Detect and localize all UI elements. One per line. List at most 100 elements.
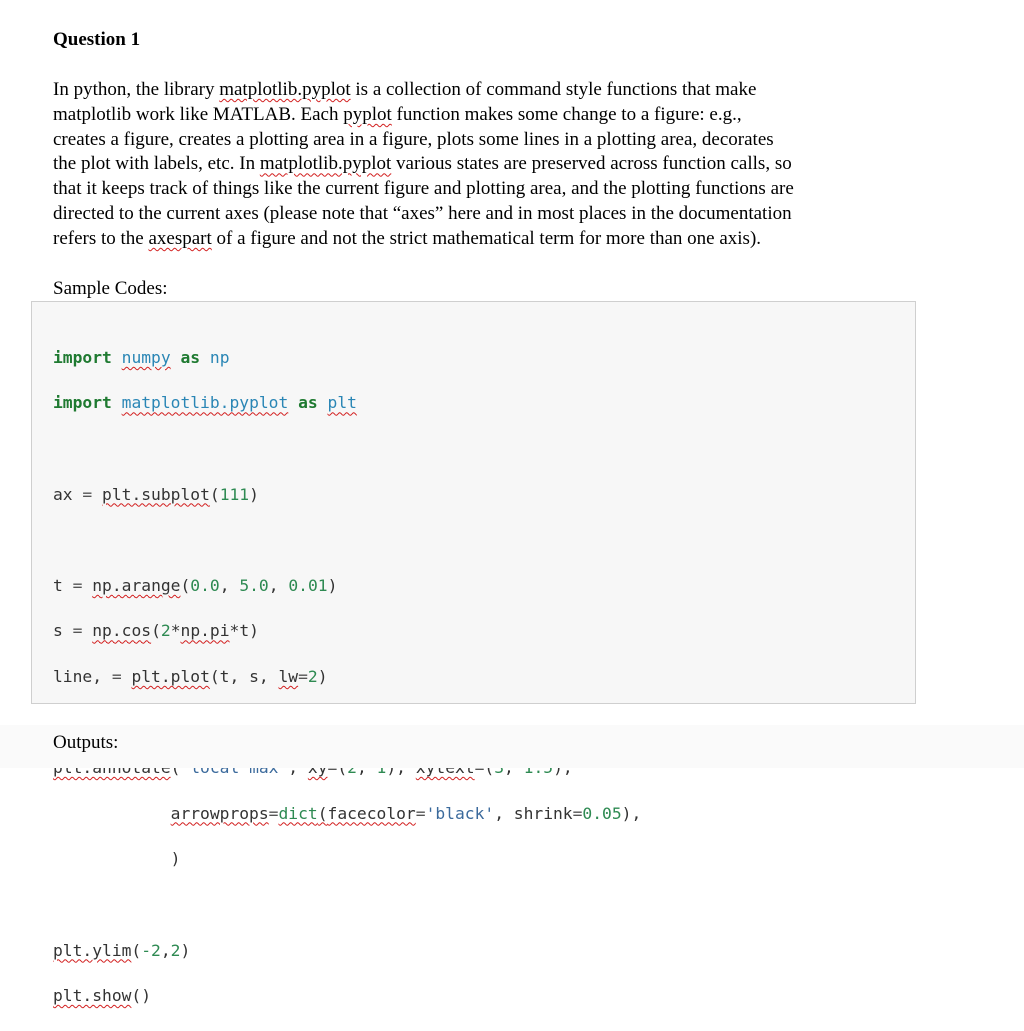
module-name: matplotlib.pyplot [121, 393, 289, 413]
paren: ) [170, 849, 181, 869]
paragraph-line: that it keeps track of things like the c… [53, 178, 794, 200]
variable: ax [53, 484, 73, 504]
function-call: plt.subplot [102, 484, 210, 504]
code-blank [53, 438, 641, 461]
spellcheck-word[interactable]: pyplot [343, 104, 392, 125]
separator: , [219, 575, 240, 595]
keyword-arg: lw [278, 666, 299, 686]
paren: ) [317, 666, 328, 686]
code-line: s = np.cos(2*np.pi*t) [53, 620, 641, 643]
text: of a figure and not the strict mathemati… [211, 227, 762, 249]
module-name: numpy [121, 347, 171, 367]
paragraph-line: directed to the current axes (please not… [53, 202, 792, 224]
code-line: import numpy as np [53, 347, 641, 370]
code-line: plt.show() [53, 985, 641, 1008]
sample-codes-label: Sample Codes: [53, 278, 168, 299]
code-blank [53, 529, 641, 552]
outputs-band [0, 725, 1024, 768]
number: 0.05 [582, 803, 622, 823]
code-line: import matplotlib.pyplot as plt [53, 392, 641, 415]
spellcheck-word[interactable]: matplotlib.pyplot [260, 153, 391, 174]
separator: , [268, 575, 289, 595]
number: 2 [170, 940, 181, 960]
code-line: t = np.arange(0.0, 5.0, 0.01) [53, 575, 641, 598]
function-call: plt.show [53, 986, 132, 1006]
text: refers to the [53, 227, 149, 249]
separator: , [160, 940, 171, 960]
variable: s [53, 621, 63, 641]
paren: ) [327, 575, 338, 595]
text: In python, the library [53, 79, 220, 100]
variable: t [53, 575, 63, 595]
alias: plt [327, 393, 357, 413]
code-content: import numpy as np import matplotlib.pyp… [53, 324, 641, 1031]
outputs-label: Outputs: [53, 732, 119, 753]
number: 2 [160, 621, 171, 641]
text: matplotlib work like MATLAB. Each [53, 103, 344, 125]
constant: np.pi [180, 621, 230, 641]
operator: = [298, 666, 308, 686]
number: 5.0 [239, 575, 269, 595]
operator: = [415, 803, 426, 823]
paren: ( [317, 803, 328, 823]
paren: ( [209, 484, 220, 504]
number: 0.01 [288, 575, 328, 595]
number: -2 [141, 940, 161, 960]
keyword: import [53, 393, 112, 413]
paragraph-line: In python, the library matplotlib.pyplot… [53, 78, 923, 103]
text: the plot with labels, etc. In [53, 153, 260, 175]
paren: ), [621, 803, 642, 823]
question-paragraph: In python, the library matplotlib.pyplot… [53, 78, 923, 252]
keyword: import [53, 347, 112, 367]
paragraph-line: matplotlib work like MATLAB. Each pyplot… [53, 103, 923, 128]
code-line: plt.ylim(-2,2) [53, 940, 641, 963]
number: 111 [219, 484, 250, 504]
builtin: dict [278, 803, 318, 823]
operator: = [82, 484, 93, 504]
paren: ) [249, 484, 259, 504]
function-call: plt.ylim [53, 940, 132, 960]
keyword: as [180, 347, 201, 367]
code-blank [53, 894, 641, 917]
paragraph-line: the plot with labels, etc. In matplotlib… [53, 152, 923, 177]
function-call: plt.plot [131, 666, 210, 686]
function-call: np.cos [92, 621, 152, 641]
paragraph-line: refers to the axespart of a figure and n… [53, 227, 923, 252]
code-line: ) [53, 848, 641, 871]
variable: line, [53, 666, 103, 686]
code-line: arrowprops=dict(facecolor='black', shrin… [53, 803, 642, 826]
operator: = [72, 575, 83, 595]
paren: ( [151, 621, 161, 641]
operator: = [268, 803, 279, 823]
number: 2 [307, 666, 318, 686]
question-title: Question 1 [53, 29, 141, 50]
paren: ( [180, 575, 191, 595]
expression: *t) [229, 621, 259, 641]
code-line: line, = plt.plot(t, s, lw=2) [53, 666, 641, 689]
number: 0.0 [190, 575, 220, 595]
arguments: (t, s, [209, 666, 279, 686]
code-line: ax = plt.subplot(111) [53, 484, 641, 507]
keyword: as [298, 393, 318, 413]
paren: ( [131, 940, 142, 960]
text: is a collection of command style functio… [350, 79, 757, 100]
spellcheck-word[interactable]: axespart [148, 228, 211, 249]
alias: np [209, 347, 230, 367]
operator: = [72, 621, 83, 641]
keyword-arg: facecolor [327, 803, 416, 823]
operator: = [572, 803, 583, 823]
spellcheck-word[interactable]: matplotlib.pyplot [219, 79, 350, 100]
keyword-arg: arrowprops [170, 803, 269, 823]
paren: ) [180, 940, 191, 960]
text: function makes some change to a figure: … [391, 103, 742, 125]
operator: = [111, 666, 122, 686]
keyword-arg: , shrink [494, 803, 573, 823]
text: various states are preserved across func… [391, 153, 792, 175]
code-block[interactable]: import numpy as np import matplotlib.pyp… [31, 301, 916, 1005]
string: 'black' [425, 803, 495, 823]
operator: * [170, 621, 181, 641]
function-call: np.arange [92, 575, 181, 595]
paragraph-line: creates a figure, creates a plotting are… [53, 128, 774, 150]
